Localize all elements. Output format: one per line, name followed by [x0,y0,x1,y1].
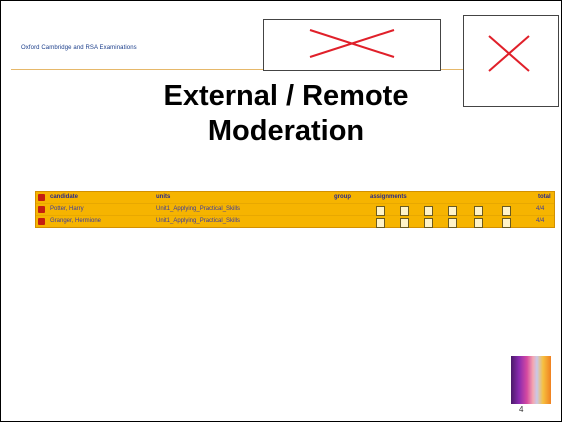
assignment-document-icon[interactable] [474,206,483,216]
unit-name-link[interactable]: Unit1_Applying_Practical_Skills [156,216,240,227]
page-number: 4 [519,405,524,414]
assignment-document-icon[interactable] [502,206,511,216]
broken-image-x-icon [309,29,395,58]
assignment-document-icon[interactable] [400,206,409,216]
assignment-document-icon[interactable] [448,218,457,228]
unit-name-link[interactable]: Unit1_Applying_Practical_Skills [156,204,240,215]
assignment-document-icon[interactable] [400,218,409,228]
table-row[interactable]: Potter, Harry Unit1_Applying_Practical_S… [36,204,554,216]
broken-image-x-icon [488,35,530,72]
assignment-document-icon[interactable] [376,206,385,216]
row-checkbox-icon[interactable] [38,206,45,213]
org-header-text: Oxford Cambridge and RSA Examinations [21,45,137,51]
column-header-assignments[interactable]: assignments [370,192,407,203]
total-score: 4/4 [536,218,545,224]
missing-image-placeholder [463,15,559,107]
candidate-name-link[interactable]: Granger, Hermione [50,216,101,227]
assignment-document-icon[interactable] [448,206,457,216]
column-header-group[interactable]: group [334,192,351,203]
missing-image-placeholder [263,19,441,71]
assignment-document-icon[interactable] [424,206,433,216]
table-row[interactable]: Granger, Hermione Unit1_Applying_Practic… [36,216,554,228]
select-all-checkbox-icon[interactable] [38,194,45,201]
ocr-logo-image [511,356,551,404]
moderation-grid: candidate units group assignments total … [35,191,555,228]
column-header-candidate[interactable]: candidate [50,192,78,203]
grid-header-row: candidate units group assignments total [36,192,554,204]
total-score: 4/4 [536,206,545,212]
assignment-document-icon[interactable] [424,218,433,228]
slide-title: External / Remote Moderation [111,79,461,149]
column-header-units[interactable]: units [156,192,170,203]
title-line-1: External / Remote [163,80,409,112]
assignment-document-icon[interactable] [502,218,511,228]
slide: Oxford Cambridge and RSA Examinations Ex… [0,0,562,422]
title-line-2: Moderation [207,115,365,147]
candidate-name-link[interactable]: Potter, Harry [50,204,84,215]
row-checkbox-icon[interactable] [38,218,45,225]
assignment-document-icon[interactable] [376,218,385,228]
assignment-document-icon[interactable] [474,218,483,228]
column-header-total[interactable]: total [538,192,551,203]
